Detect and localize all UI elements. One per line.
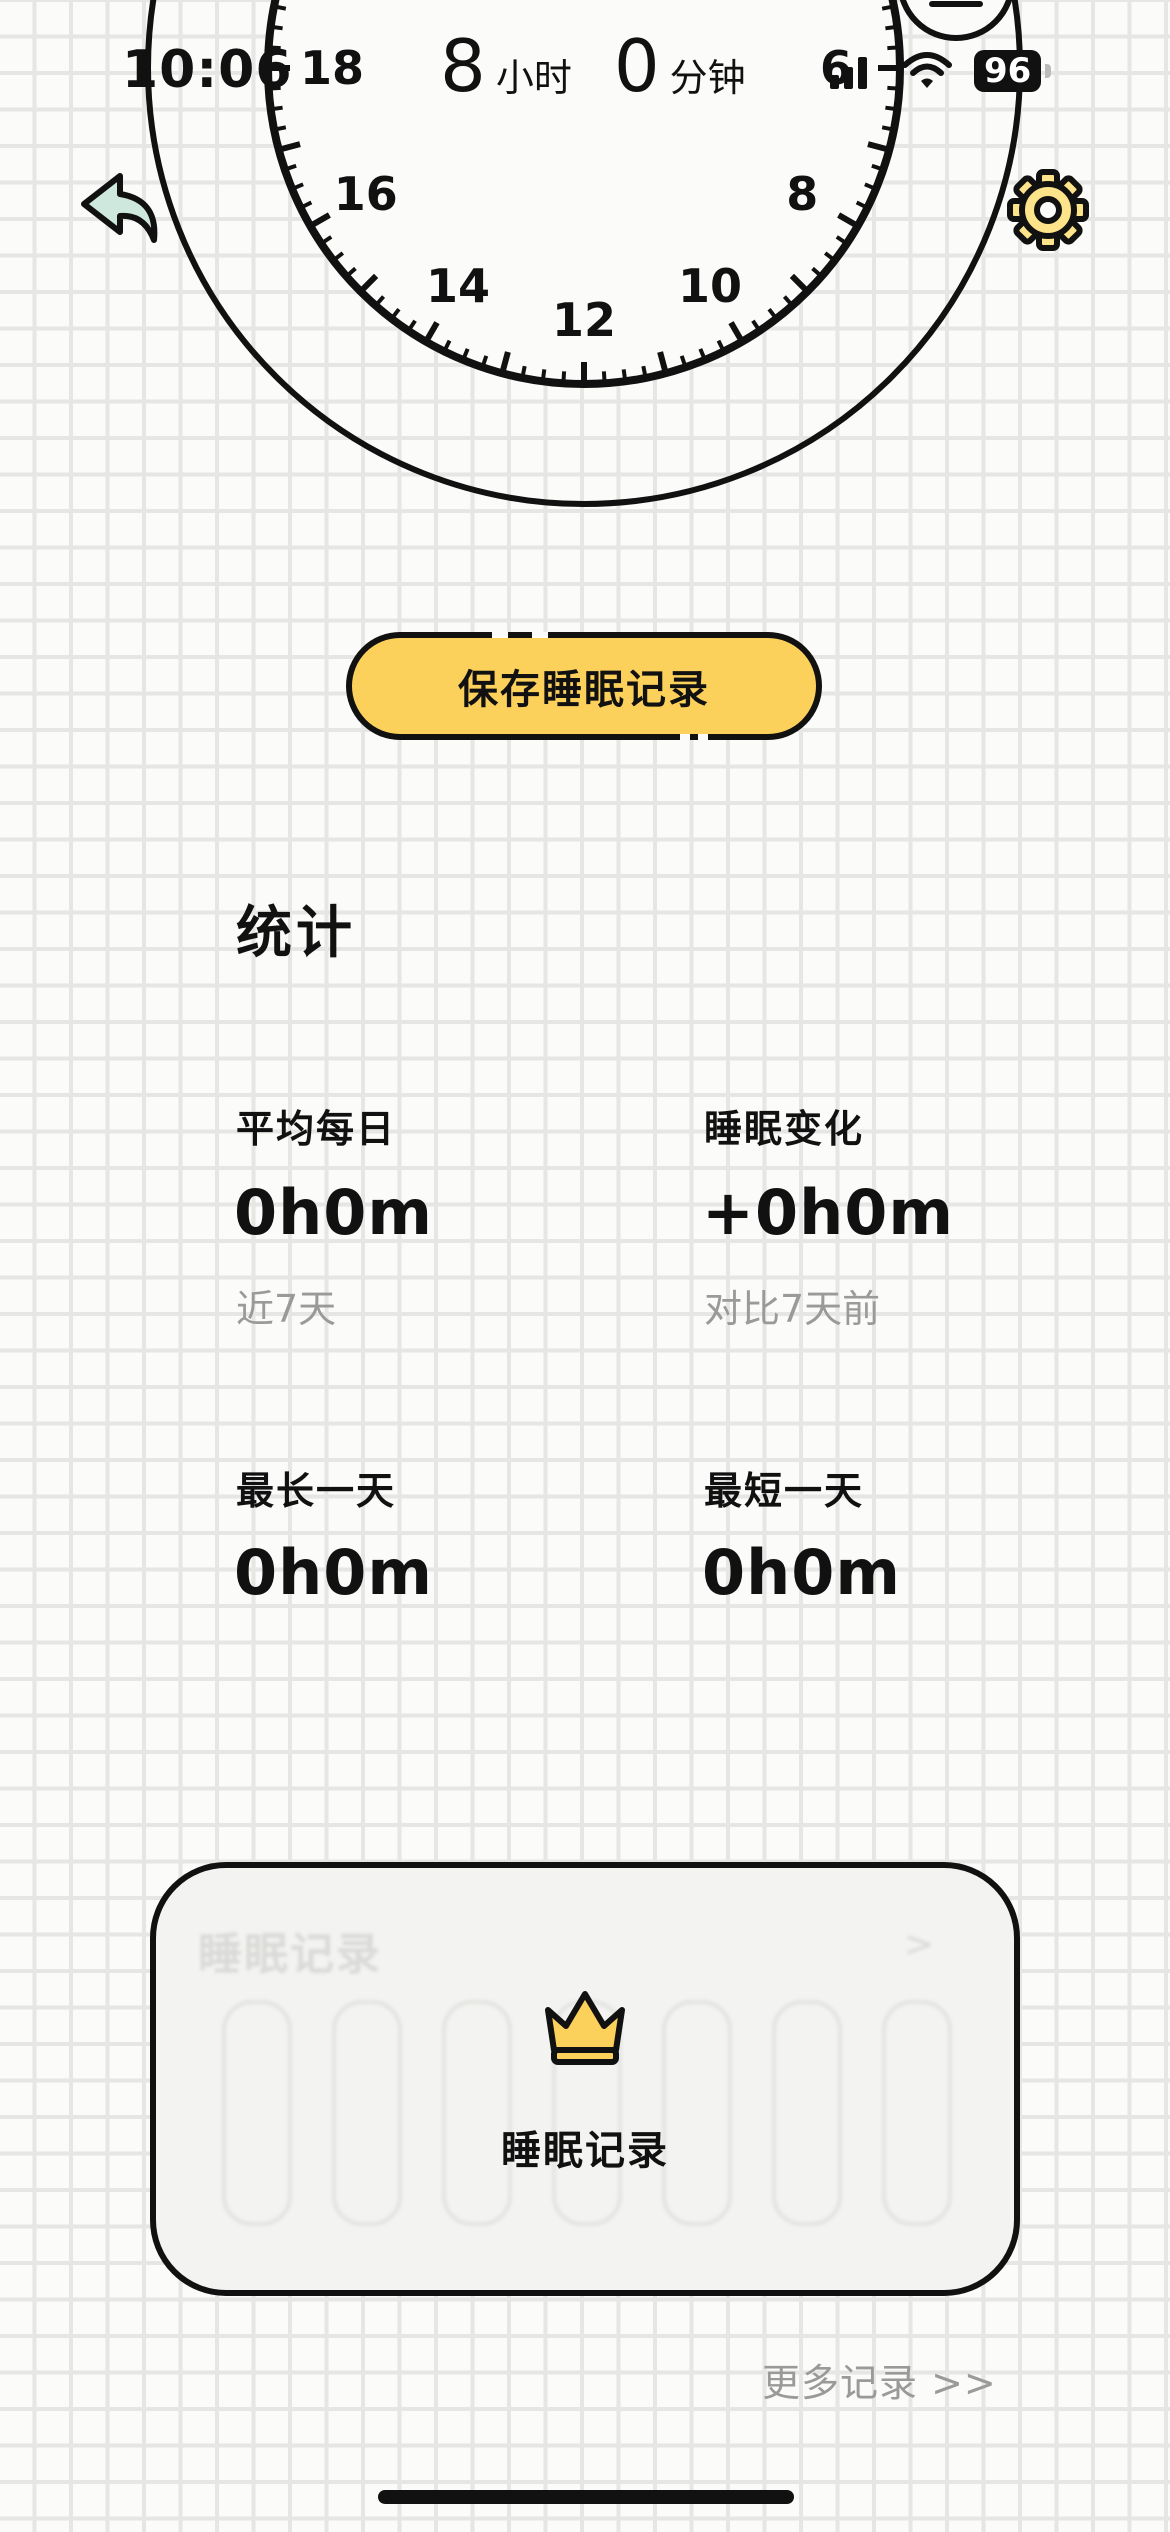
- back-button[interactable]: [70, 160, 170, 260]
- stat-label: 平均每日: [236, 1107, 397, 1151]
- cellular-signal-icon: [830, 57, 867, 89]
- records-card-label: 睡眠记录: [501, 2128, 669, 2174]
- records-ghost-bar: [442, 2000, 512, 2226]
- records-ghost-bar: [222, 2000, 292, 2226]
- sleep-duration: 8 小时 0 分钟: [440, 24, 746, 108]
- stat-change-sub: 对比7天前: [704, 1287, 881, 1331]
- clock-hour-label: 16: [334, 167, 398, 221]
- status-indicators: 96: [820, 50, 1052, 92]
- clock-tick: [885, 24, 898, 31]
- clock-hour-label: 14: [426, 259, 490, 313]
- stat-avg-daily: 平均每日: [236, 1098, 396, 1153]
- records-ghost-bar: [662, 2000, 732, 2226]
- stat-label: 睡眠变化: [704, 1107, 865, 1151]
- records-ghost-bar: [882, 2000, 952, 2226]
- records-ghost-arrow: >: [903, 1924, 934, 1965]
- records-ghost-bar: [772, 2000, 842, 2226]
- save-sleep-record-button[interactable]: 保存睡眠记录: [346, 632, 822, 740]
- stat-avg-daily-value: 0h0m: [234, 1176, 434, 1249]
- stat-longest-value: 0h0m: [234, 1536, 434, 1609]
- clock-tick: [881, 125, 895, 132]
- battery-indicator: 96: [974, 50, 1042, 92]
- clock-hour-label: 12: [552, 293, 616, 347]
- records-ghost-bar: [332, 2000, 402, 2226]
- stat-change-value: +0h0m: [702, 1176, 954, 1249]
- stats-title: 统计: [236, 901, 356, 966]
- clock-tick: [561, 371, 567, 384]
- records-ghost-title: 睡眠记录: [198, 1929, 382, 1980]
- clock-tick: [881, 4, 895, 11]
- stat-label: 最短一天: [704, 1469, 865, 1513]
- stat-avg-daily-sub: 近7天: [236, 1287, 337, 1331]
- clock-tick: [270, 24, 283, 31]
- clock-tick: [520, 365, 527, 379]
- wifi-icon: [902, 52, 952, 88]
- sleep-records-card[interactable]: 睡眠记录 > 睡眠记录: [150, 1862, 1020, 2296]
- clock-tick: [621, 369, 628, 382]
- stat-label: 最长一天: [236, 1469, 397, 1513]
- stat-change: 睡眠变化: [704, 1098, 864, 1153]
- clock-tick: [885, 105, 898, 112]
- clock-tick: [270, 105, 283, 112]
- clock-tick: [540, 369, 547, 382]
- battery-tip: [1045, 64, 1052, 78]
- clock-tick: [273, 125, 287, 132]
- settings-button[interactable]: [998, 160, 1098, 260]
- duration-minutes: 0: [613, 24, 660, 108]
- more-records-link[interactable]: 更多记录 >>: [762, 2352, 997, 2407]
- status-time: 10:06: [122, 40, 293, 100]
- clock-tick: [273, 4, 287, 11]
- clock-tick: [601, 371, 607, 384]
- menu-icon[interactable]: [899, 0, 1013, 41]
- home-indicator: [378, 2490, 794, 2504]
- clock-hour-label: 10: [678, 259, 742, 313]
- clock-tick: [641, 365, 648, 379]
- stat-shortest: 最短一天: [704, 1460, 864, 1515]
- back-arrow-icon: [81, 173, 158, 243]
- clock-tick: [887, 45, 900, 51]
- duration-minutes-unit: 分钟: [669, 56, 746, 100]
- clock-hour-label: 18: [300, 41, 364, 95]
- duration-hours: 8: [440, 24, 486, 108]
- stat-shortest-value: 0h0m: [702, 1536, 902, 1609]
- clock-hour-label: 8: [786, 167, 818, 221]
- duration-hours-unit: 小时: [495, 56, 572, 100]
- crown-icon: [545, 1991, 625, 2065]
- stat-longest: 最长一天: [236, 1460, 396, 1515]
- gear-icon: [1007, 169, 1089, 251]
